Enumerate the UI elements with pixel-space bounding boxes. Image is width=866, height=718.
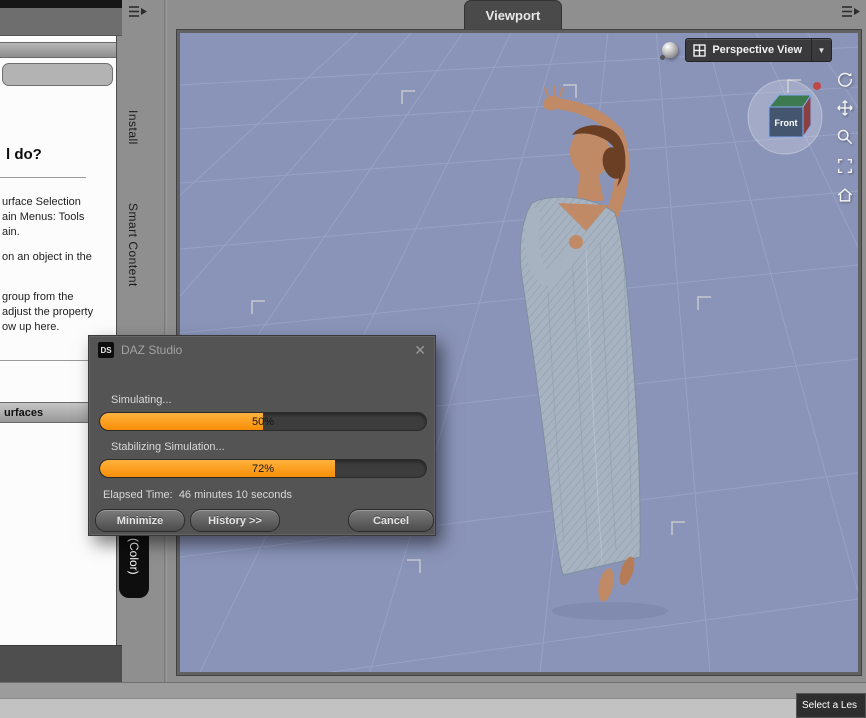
view-selector[interactable]: Perspective View ▼ xyxy=(685,38,832,62)
close-icon[interactable]: ✕ xyxy=(414,342,426,359)
sidebar-tab-install[interactable]: Install xyxy=(126,110,140,145)
dock-top-strip xyxy=(0,0,122,8)
bottom-strip: Select a Les xyxy=(0,682,866,718)
zoom-icon[interactable] xyxy=(835,127,855,147)
pane-menu-icon[interactable] xyxy=(127,4,149,19)
minimize-button[interactable]: Minimize xyxy=(95,509,185,532)
viewport-layout-icon xyxy=(693,43,707,57)
tab-viewport[interactable]: Viewport xyxy=(464,0,562,29)
bottom-strip-light xyxy=(0,698,866,718)
help-text-line: ain. xyxy=(2,226,20,238)
chevron-down-icon[interactable]: ▼ xyxy=(811,38,831,62)
view-cube-gizmo[interactable]: Front xyxy=(745,77,825,157)
figure-shadow xyxy=(552,602,668,620)
select-a-lesson-button[interactable]: Select a Les xyxy=(796,693,866,718)
help-text-line: on an object in the xyxy=(2,251,92,263)
stabilizing-label: Stabilizing Simulation... xyxy=(111,441,225,453)
help-text-line: urface Selection xyxy=(2,196,81,208)
cancel-button[interactable]: Cancel xyxy=(348,509,434,532)
divider-line xyxy=(0,177,86,178)
sidebar-tab-smart-content[interactable]: Smart Content xyxy=(126,203,140,287)
help-pane-header[interactable] xyxy=(0,42,116,58)
progress-percent: 50% xyxy=(251,415,275,428)
daz-studio-dialog: DS DAZ Studio ✕ Simulating... 50% Stabil… xyxy=(88,335,436,536)
sphere-tool-icon[interactable] xyxy=(660,42,679,60)
pane-menu-icon[interactable] xyxy=(840,4,862,19)
frame-view-icon[interactable] xyxy=(835,156,855,176)
dialog-title: DAZ Studio xyxy=(121,343,183,357)
daz-studio-app-icon: DS xyxy=(98,342,114,358)
cube-front-label: Front xyxy=(775,118,798,128)
divider-line xyxy=(0,360,92,361)
dialog-titlebar[interactable]: DS DAZ Studio ✕ xyxy=(89,336,435,364)
panel-field[interactable] xyxy=(2,63,113,86)
dock-toolbar-strip xyxy=(0,8,122,36)
help-text-line: adjust the property xyxy=(2,306,94,318)
view-selector-label: Perspective View xyxy=(712,44,802,56)
pan-icon[interactable] xyxy=(835,98,855,118)
elapsed-time-label: Elapsed Time: 46 minutes 10 seconds xyxy=(103,489,292,501)
simulating-label: Simulating... xyxy=(111,394,172,406)
help-text-line: ow up here. xyxy=(2,321,60,333)
viewport-tool-stack xyxy=(835,69,855,205)
help-text-line: group from the xyxy=(2,291,74,303)
dock-footer xyxy=(0,645,122,682)
stabilizing-progressbar: 72% xyxy=(99,459,427,478)
progress-percent: 72% xyxy=(251,462,275,475)
view-controls: Perspective View ▼ xyxy=(660,38,832,62)
home-icon[interactable] xyxy=(835,185,855,205)
orbit-icon[interactable] xyxy=(835,69,855,89)
help-text-line: ain Menus: Tools xyxy=(2,211,85,223)
history-button[interactable]: History >> xyxy=(190,509,280,532)
daz-studio-window: l do? urface Selection ain Menus: Tools … xyxy=(0,0,866,718)
simulating-progressbar: 50% xyxy=(99,412,427,431)
help-heading: l do? xyxy=(6,146,42,163)
